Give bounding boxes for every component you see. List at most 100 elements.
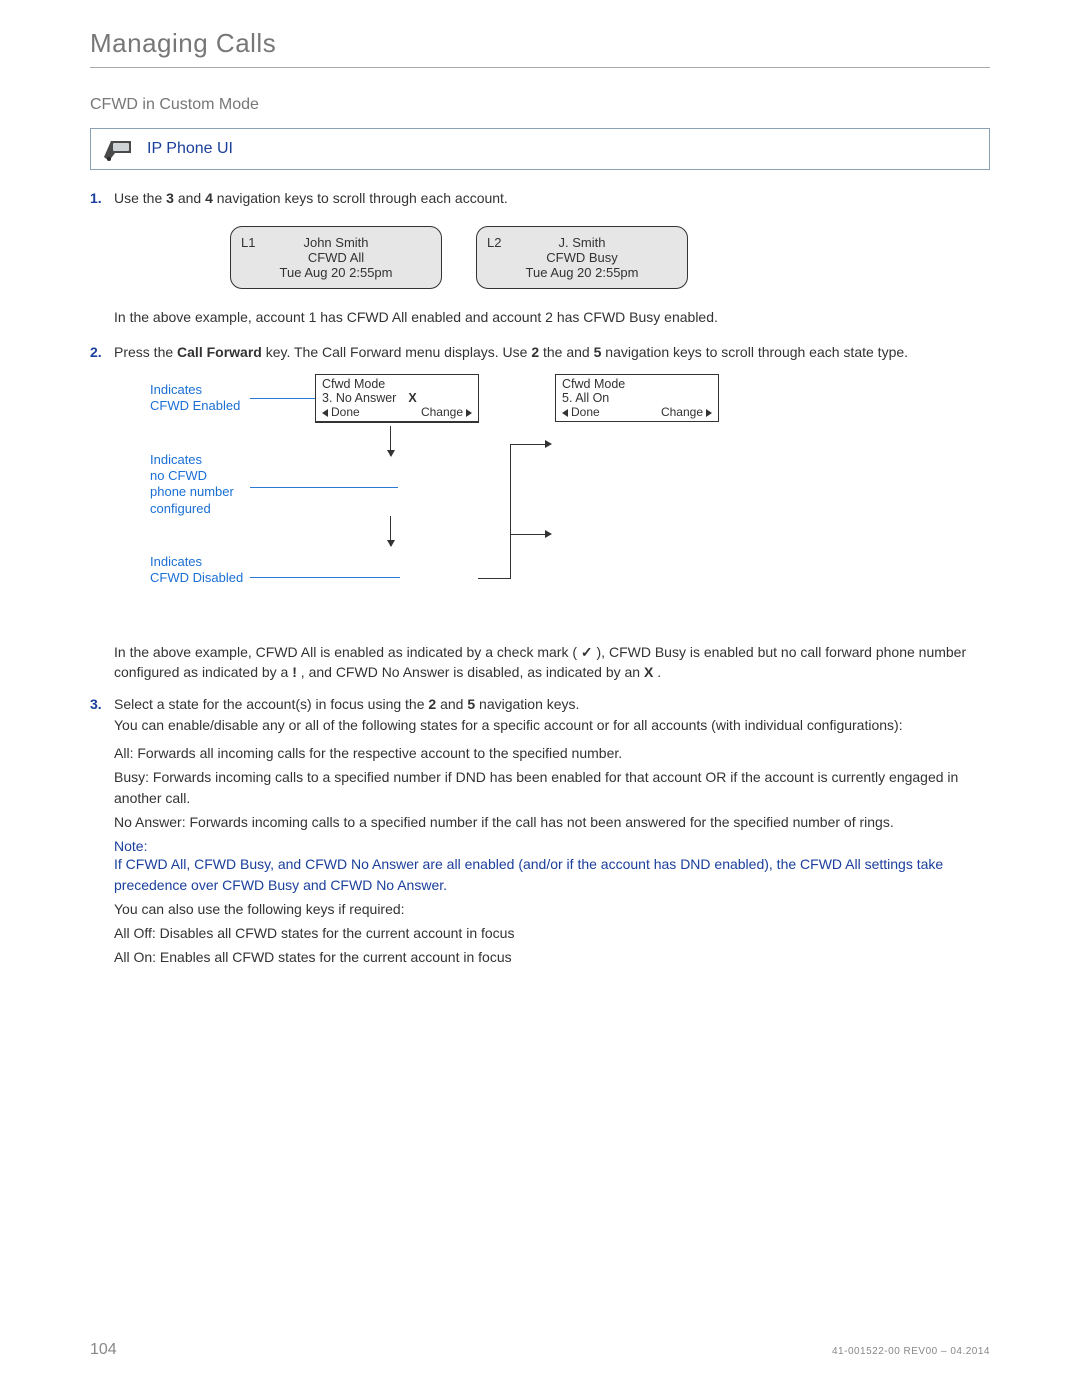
screen-l1-name: John Smith — [241, 235, 431, 250]
step1-tail: navigation keys to scroll through each a… — [217, 190, 508, 206]
tri-left-icon3 — [322, 409, 328, 417]
note-b: enabled — [465, 856, 519, 872]
screen-l2-name: J. Smith — [487, 235, 677, 250]
annot-enabled: Indicates CFWD Enabled — [150, 382, 240, 415]
step-1: 1. Use the 3 and 4 navigation keys to sc… — [90, 188, 990, 208]
step-number-2: 2. — [90, 342, 102, 362]
account-screens: L1 John Smith CFWD All Tue Aug 20 2:55pm… — [230, 226, 990, 289]
s2a: Press the — [114, 344, 173, 360]
inline-check-icon: ✓ — [581, 644, 593, 660]
note-text: If CFWD All, CFWD Busy, and CFWD No Answ… — [114, 854, 990, 895]
callout-title: IP Phone UI — [147, 140, 233, 158]
s2c: key. The Call Forward menu displays. Use — [266, 344, 528, 360]
branch-h — [478, 578, 510, 579]
alloff-lead: All Off — [114, 925, 152, 941]
branch-h3 — [510, 534, 548, 535]
arrow-1 — [390, 426, 391, 456]
tri-left-icon5 — [562, 409, 568, 417]
bullet-busy: Busy: Forwards incoming calls to a speci… — [90, 767, 990, 808]
page-footer: 104 41-001522-00 REV00 – 04.2014 — [90, 1341, 990, 1359]
line-id-l2: L2 — [487, 235, 501, 250]
connector-2 — [250, 487, 398, 488]
arrow-2 — [390, 516, 391, 546]
note-a: If CFWD All, CFWD Busy, and CFWD No Answ… — [114, 856, 461, 872]
s2g: navigation keys to scroll through each s… — [605, 344, 908, 360]
s3f: You can enable/disable any or all of the… — [114, 715, 990, 735]
allon-text: : Enables all CFWD states for the curren… — [152, 949, 512, 965]
line-id-l1: L1 — [241, 235, 255, 250]
section-subtitle: CFWD in Custom Mode — [90, 96, 990, 114]
page-title: Managing Calls — [90, 28, 990, 59]
ui-callout: IP Phone UI — [90, 128, 990, 170]
ip-phone-icon — [101, 135, 135, 163]
bullet-na-lead: No Answer — [114, 814, 182, 830]
screen-l2: L2 J. Smith CFWD Busy Tue Aug 20 2:55pm — [476, 226, 688, 289]
s2b: Call Forward — [177, 344, 262, 360]
step1-lead: Use the — [114, 190, 162, 206]
box-hdr5: Cfwd Mode — [562, 377, 712, 391]
screen-l2-time: Tue Aug 20 2:55pm — [487, 265, 677, 280]
note-lead: Note: — [114, 838, 990, 854]
nav-key-2b: 2 — [428, 696, 436, 712]
bullet-alloff: All Off: Disables all CFWD states for th… — [90, 923, 990, 943]
screen-l1-time: Tue Aug 20 2:55pm — [241, 265, 431, 280]
s2e: the and — [543, 344, 594, 360]
mode-box-noanswer: Cfwd Mode 3. No Answer X Done Change — [315, 374, 479, 422]
alloff-text: : Disables all CFWD states for the curre… — [152, 925, 515, 941]
s3a: Select a state for the account(s) in foc… — [114, 696, 428, 712]
done-softkey5: Done — [562, 405, 600, 419]
box5-item: 5. All On — [562, 391, 609, 405]
branch-arrow-icon — [545, 440, 552, 448]
page-number: 104 — [90, 1341, 117, 1359]
s2x-g: . — [657, 664, 661, 680]
step-number-3: 3. — [90, 694, 102, 714]
box-hdr3: Cfwd Mode — [322, 377, 472, 391]
after-note-lead: You can also use the following keys if r… — [90, 899, 990, 919]
step2-explain: In the above example, CFWD All is enable… — [90, 642, 990, 683]
screen-l1: L1 John Smith CFWD All Tue Aug 20 2:55pm — [230, 226, 442, 289]
s2x-a: In the above example, CFWD All is enable… — [114, 644, 577, 660]
nav-key-5a: 5 — [594, 344, 602, 360]
allon-lead: All On — [114, 949, 152, 965]
step1-mid: and — [178, 190, 205, 206]
step-number-1: 1. — [90, 188, 102, 208]
branch-v — [510, 444, 511, 579]
step1-explain: In the above example, account 1 has CFWD… — [90, 307, 990, 327]
step-3: 3. Select a state for the account(s) in … — [90, 694, 990, 735]
doc-id: 41-001522-00 REV00 – 04.2014 — [832, 1346, 990, 1357]
nav-key-3: 3 — [166, 190, 174, 206]
x-icon: X — [408, 391, 416, 405]
note-block: Note: If CFWD All, CFWD Busy, and CFWD N… — [90, 838, 990, 895]
bullet-busy-lead: Busy — [114, 769, 145, 785]
connector-3 — [250, 577, 400, 578]
title-rule — [90, 67, 990, 68]
nav-key-2a: 2 — [531, 344, 539, 360]
change-softkey3: Change — [421, 405, 472, 419]
done-softkey3: Done — [322, 405, 360, 419]
step-2: 2. Press the Call Forward key. The Call … — [90, 342, 990, 362]
s2x-e: , and CFWD No Answer is disabled, as ind… — [301, 664, 640, 680]
screen-l1-mode: CFWD All — [241, 250, 431, 265]
bullet-all-lead: All — [114, 745, 130, 761]
bullet-allon: All On: Enables all CFWD states for the … — [90, 947, 990, 967]
screen-l2-mode: CFWD Busy — [487, 250, 677, 265]
annot-no-number: Indicates no CFWD phone number configure… — [150, 452, 234, 517]
inline-x-icon: X — [644, 664, 653, 680]
mode-box-allon: Cfwd Mode 5. All On Done Change — [555, 374, 719, 422]
change-softkey5: Change — [661, 405, 712, 419]
cfwd-mode-diagram: Indicates CFWD Enabled Indicates no CFWD… — [150, 374, 790, 624]
page: Managing Calls CFWD in Custom Mode IP Ph… — [0, 0, 1080, 1397]
bullet-na: No Answer: Forwards incoming calls to a … — [90, 812, 990, 832]
branch-h2 — [510, 444, 548, 445]
branch-arrow-icon2 — [545, 530, 552, 538]
bullet-busy-text: : Forwards incoming calls to a specified… — [114, 769, 958, 805]
tri-right-icon3 — [466, 409, 472, 417]
tri-right-icon5 — [706, 409, 712, 417]
bullet-all: All: Forwards all incoming calls for the… — [90, 743, 990, 763]
box3-item: 3. No Answer — [322, 391, 396, 405]
nav-key-4: 4 — [205, 190, 213, 206]
nav-key-5b: 5 — [467, 696, 475, 712]
inline-bang-icon: ! — [292, 664, 297, 680]
bullet-all-text: : Forwards all incoming calls for the re… — [130, 745, 623, 761]
annot-disabled: Indicates CFWD Disabled — [150, 554, 243, 587]
